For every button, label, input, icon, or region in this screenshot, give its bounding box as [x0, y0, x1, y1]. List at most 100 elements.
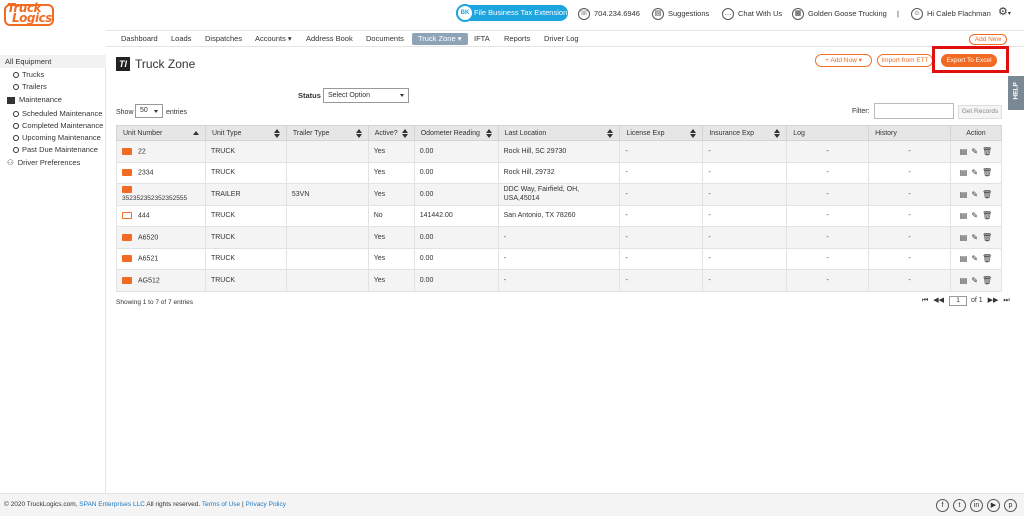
nav-accounts[interactable]: Accounts ▾	[255, 34, 292, 44]
nav-reports[interactable]: Reports	[504, 34, 530, 44]
unit-cell[interactable]: 444	[116, 204, 206, 227]
sidebar-item-past-due[interactable]: Past Due Maintenance	[13, 144, 98, 155]
sidebar-item-trailers[interactable]: Trailers	[13, 81, 47, 92]
col-history: History	[868, 125, 951, 141]
facebook-icon[interactable]: f	[936, 499, 949, 512]
odometer: 141442.00	[413, 204, 499, 227]
nav-documents[interactable]: Documents	[366, 34, 404, 44]
phone-link[interactable]: ☏ 704.234.6946	[578, 8, 640, 21]
nav-dashboard[interactable]: Dashboard	[121, 34, 158, 44]
sidebar-item-trucks[interactable]: Trucks	[13, 69, 44, 80]
terms-link[interactable]: Terms of Use	[202, 501, 240, 508]
show-label: Show	[116, 109, 134, 116]
nav-dispatches[interactable]: Dispatches	[205, 34, 242, 44]
nav-ifta[interactable]: IFTA	[474, 34, 490, 44]
header-label: Unit Type	[211, 129, 242, 137]
col-unit-type[interactable]: Unit Type	[204, 125, 287, 141]
gear-icon[interactable]: ⚙▾	[998, 6, 1011, 20]
unit-cell[interactable]: A6521	[116, 247, 206, 270]
page-of: of 1	[970, 297, 983, 304]
youtube-icon[interactable]: ▶	[987, 499, 1000, 512]
unit-cell[interactable]: 352352352352352555	[116, 183, 206, 206]
sidebar-item-completed[interactable]: Completed Maintenance	[13, 120, 103, 131]
document-icon[interactable]: ▤	[960, 254, 968, 263]
last-location: -	[497, 247, 621, 270]
trash-icon[interactable]: 🗑	[982, 168, 992, 177]
next-page-icon[interactable]: ▶▶	[988, 296, 999, 306]
unit-cell[interactable]: 2334	[116, 161, 206, 184]
trash-icon[interactable]: 🗑	[982, 147, 992, 156]
sidebar-item-driver-preferences[interactable]: ⚇ Driver Preferences	[7, 157, 80, 168]
circle-icon	[13, 123, 19, 130]
col-last-location[interactable]: Last Location	[497, 125, 621, 141]
pinterest-icon[interactable]: p	[1004, 499, 1017, 512]
sidebar-item-maintenance[interactable]: Maintenance	[7, 94, 62, 105]
last-page-icon[interactable]: ⏭	[1003, 296, 1009, 306]
nav-driver-log[interactable]: Driver Log	[544, 34, 579, 44]
unit-cell[interactable]: AG512	[116, 269, 206, 292]
showing-entries: Showing 1 to 7 of 7 entries	[116, 299, 193, 306]
unit-cell[interactable]: 22	[116, 140, 206, 163]
trash-icon[interactable]: 🗑	[982, 276, 992, 285]
trash-icon[interactable]: 🗑	[982, 254, 992, 263]
file-tax-extension-button[interactable]: BK File Business Tax Extension	[456, 4, 568, 22]
sidebar-item-label: Driver Preferences	[17, 158, 81, 167]
entries-select[interactable]: 50	[135, 104, 163, 118]
prev-page-icon[interactable]: ◀◀	[933, 296, 944, 306]
get-records-button[interactable]: Get Records	[958, 105, 1002, 119]
privacy-link[interactable]: Privacy Policy	[246, 501, 286, 508]
first-page-icon[interactable]: ⏮	[922, 296, 928, 306]
license-exp: -	[619, 226, 704, 249]
trash-icon[interactable]: 🗑	[982, 233, 992, 242]
status-select[interactable]: Select Option	[323, 88, 409, 103]
sidebar-item-upcoming[interactable]: Upcoming Maintenance	[13, 132, 101, 143]
suggestions-link[interactable]: ▤ Suggestions	[652, 8, 709, 21]
unit-cell[interactable]: A6520	[116, 226, 206, 249]
import-from-ett-button[interactable]: Import from ETT	[877, 54, 933, 67]
table-row: 22 TRUCK Yes 0.00 Rock Hill, SC 29730 - …	[116, 140, 1003, 163]
main-nav: Dashboard Loads Dispatches Accounts ▾ Ad…	[106, 30, 1024, 47]
document-icon[interactable]: ▤	[960, 276, 968, 285]
sidebar-item-all-equipment[interactable]: All Equipment	[0, 55, 106, 68]
col-unit-number[interactable]: Unit Number	[116, 125, 206, 141]
col-trailer-type[interactable]: Trailer Type	[285, 125, 369, 141]
edit-icon[interactable]: ✎	[971, 147, 978, 156]
page-input[interactable]: 1	[949, 296, 967, 306]
user-menu[interactable]: ☺ Hi Caleb Flachman	[911, 8, 991, 21]
document-icon[interactable]: ▤	[960, 190, 968, 199]
nav-loads[interactable]: Loads	[171, 34, 191, 44]
add-now-button[interactable]: + Add Now ▾	[815, 54, 872, 67]
edit-icon[interactable]: ✎	[971, 211, 978, 220]
edit-icon[interactable]: ✎	[971, 233, 978, 242]
circle-icon	[13, 72, 19, 79]
nav-address-book[interactable]: Address Book	[306, 34, 353, 44]
document-icon[interactable]: ▤	[960, 147, 968, 156]
span-link[interactable]: SPAN Enterprises LLC	[79, 501, 145, 508]
twitter-icon[interactable]: t	[953, 499, 966, 512]
document-icon[interactable]: ▤	[960, 233, 968, 242]
filter-input[interactable]	[874, 103, 954, 119]
add-new-button[interactable]: Add New	[969, 34, 1007, 45]
document-icon[interactable]: ▤	[960, 211, 968, 220]
edit-icon[interactable]: ✎	[971, 254, 978, 263]
col-insurance-exp[interactable]: Insurance Exp	[702, 125, 788, 141]
header-label: Log	[793, 129, 805, 137]
sidebar-item-scheduled[interactable]: Scheduled Maintenance	[13, 108, 102, 119]
trucklogics-logo[interactable]: Truck Logics	[4, 2, 58, 28]
user-icon: ☺	[911, 8, 923, 21]
license-exp: -	[619, 204, 704, 227]
nav-truck-zone[interactable]: Truck Zone ▾	[412, 33, 468, 45]
chat-link[interactable]: … Chat With Us	[722, 8, 782, 21]
edit-icon[interactable]: ✎	[971, 168, 978, 177]
col-active[interactable]: Active?	[367, 125, 415, 141]
linkedin-icon[interactable]: in	[970, 499, 983, 512]
edit-icon[interactable]: ✎	[971, 190, 978, 199]
trash-icon[interactable]: 🗑	[982, 211, 992, 220]
col-license-exp[interactable]: License Exp	[619, 125, 704, 141]
document-icon[interactable]: ▤	[960, 168, 968, 177]
trash-icon[interactable]: 🗑	[982, 190, 992, 199]
edit-icon[interactable]: ✎	[971, 276, 978, 285]
company-selector[interactable]: ▦ Golden Goose Trucking	[792, 8, 887, 21]
help-tab[interactable]: HELP	[1008, 76, 1024, 110]
col-odometer[interactable]: Odometer Reading	[413, 125, 499, 141]
